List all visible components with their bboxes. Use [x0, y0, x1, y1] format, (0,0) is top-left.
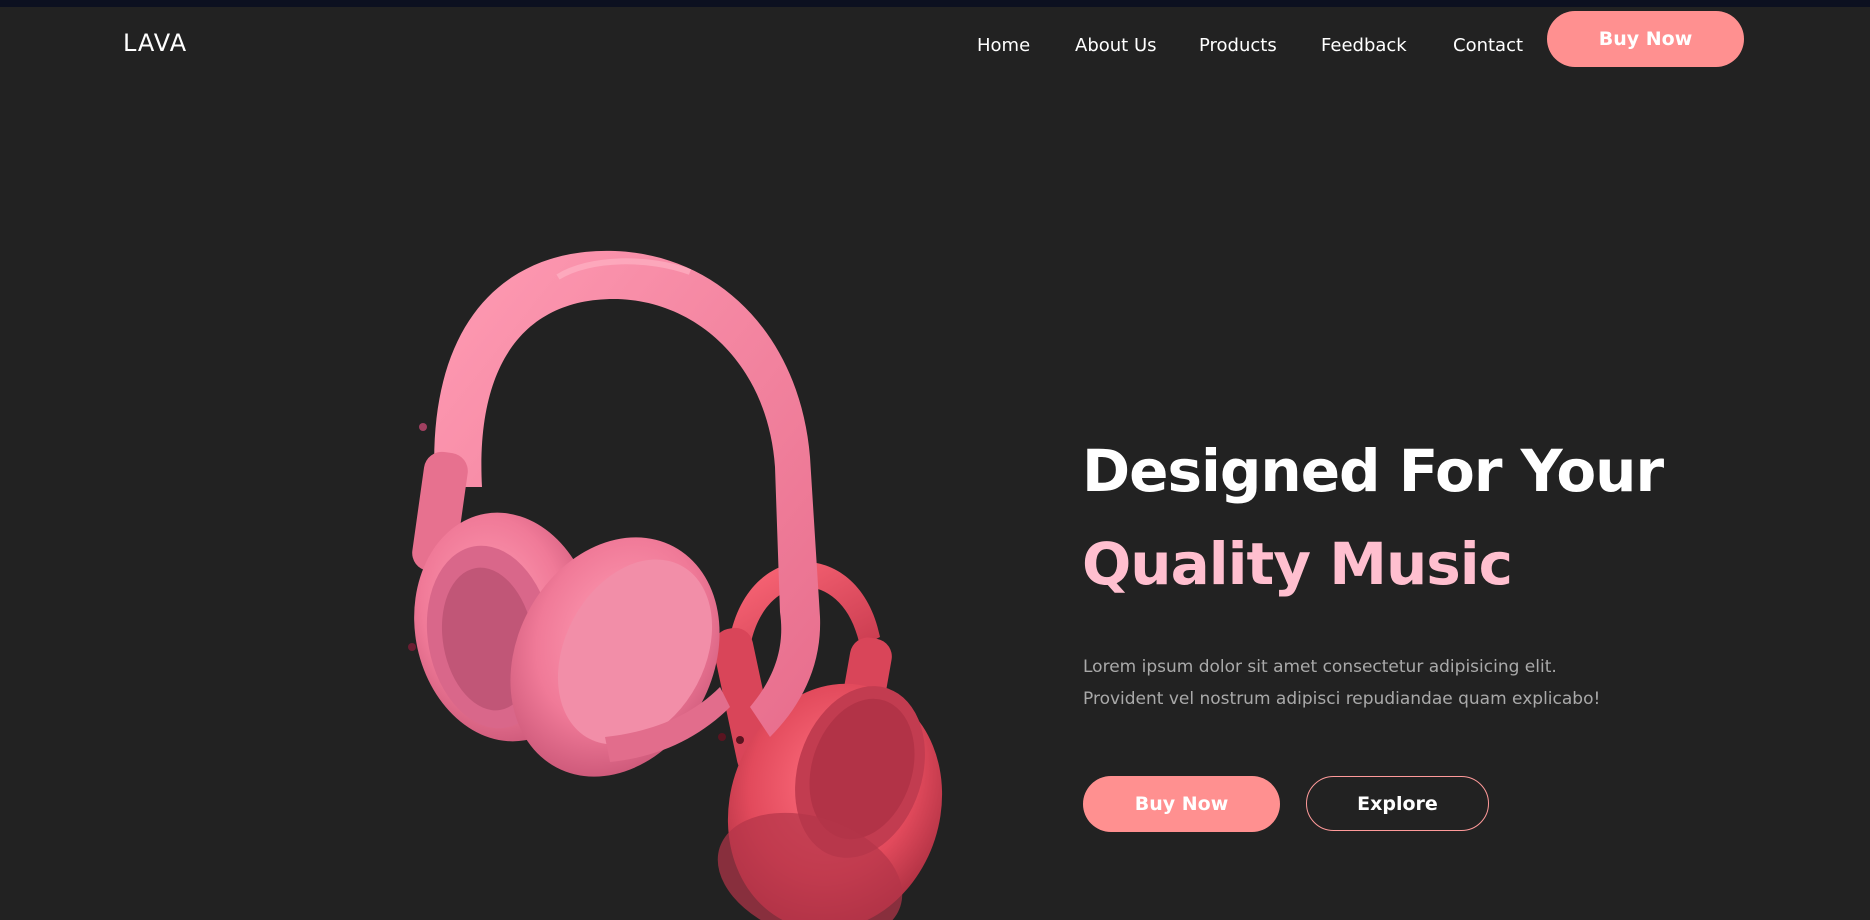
landing-page: LAVA Home About Us Products Feedback Con…: [0, 0, 1870, 920]
nav-link-feedback[interactable]: Feedback: [1321, 35, 1407, 56]
nav-link-products[interactable]: Products: [1199, 35, 1277, 56]
hero-headline-line1: Designed For Your: [1082, 437, 1664, 505]
nav-buy-now-button[interactable]: Buy Now: [1547, 11, 1744, 67]
nav-link-home[interactable]: Home: [977, 35, 1030, 56]
nav-link-about-us[interactable]: About Us: [1075, 35, 1157, 56]
hero-buy-now-button[interactable]: Buy Now: [1083, 776, 1280, 832]
headphones-image: [408, 250, 943, 920]
nav-link-contact[interactable]: Contact: [1453, 35, 1523, 56]
top-strip: [0, 0, 1870, 7]
hero-headline-line2: Quality Music: [1082, 530, 1513, 598]
brand-logo[interactable]: LAVA: [123, 29, 187, 57]
hero-explore-button[interactable]: Explore: [1306, 776, 1489, 831]
hero-description: Lorem ipsum dolor sit amet consectetur a…: [1083, 657, 1601, 709]
red-headphone: [713, 562, 943, 920]
hero-section: LAVA Home About Us Products Feedback Con…: [0, 7, 1870, 920]
